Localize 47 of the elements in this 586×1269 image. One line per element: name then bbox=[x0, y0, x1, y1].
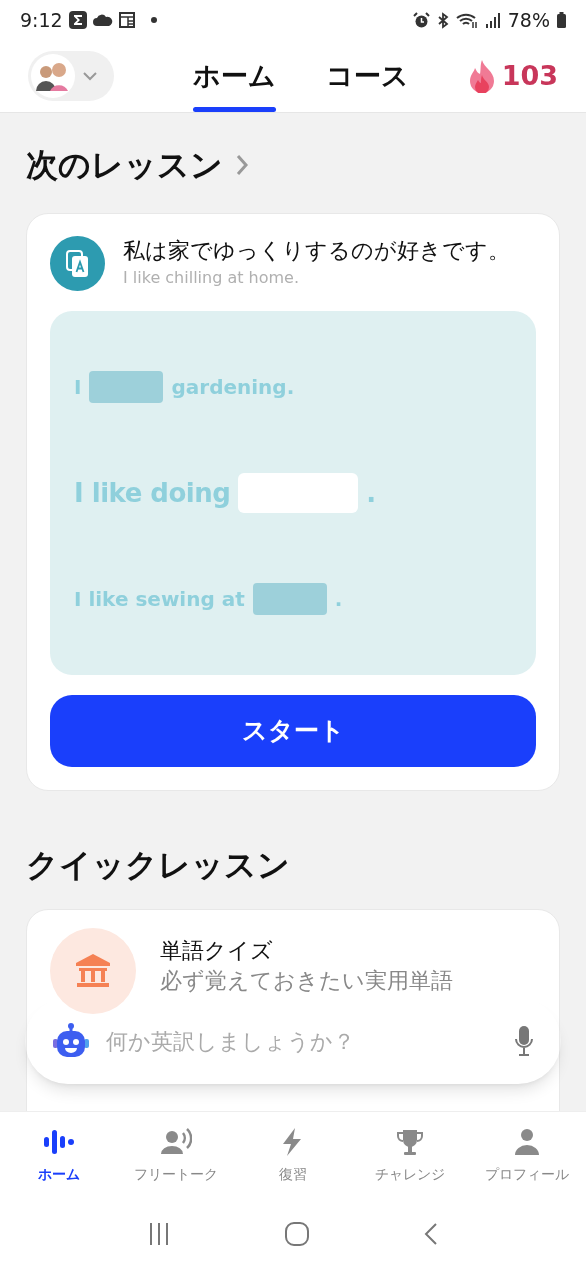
section-title: クイックレッスン bbox=[25, 845, 291, 886]
microphone-icon[interactable] bbox=[514, 1025, 534, 1057]
lesson-title: 単語クイズ bbox=[160, 937, 274, 965]
translation-text: I like chilling at home. bbox=[123, 267, 301, 289]
back-icon[interactable] bbox=[423, 1222, 440, 1246]
cloud-icon bbox=[92, 14, 113, 26]
tab[interactable]: ホーム bbox=[191, 40, 278, 112]
exercise-text: I like doing bbox=[74, 476, 231, 510]
status-time: 9:12 bbox=[20, 7, 63, 33]
exercise-text: . bbox=[366, 476, 376, 510]
wifi-icon bbox=[455, 11, 478, 29]
lesson-subtitle: 必ず覚えておきたい実用単語 bbox=[160, 967, 453, 995]
profile-switcher[interactable] bbox=[28, 51, 114, 101]
nav-tab[interactable]: フリートーク bbox=[117, 1112, 235, 1199]
nav-tab[interactable]: チャレンジ bbox=[351, 1112, 469, 1199]
bank-icon bbox=[50, 928, 136, 1014]
battery-percent: 78% bbox=[507, 7, 550, 33]
speaking-person-icon bbox=[159, 1128, 192, 1156]
tab[interactable]: コース bbox=[324, 40, 411, 112]
chevron-right-icon[interactable] bbox=[235, 154, 249, 176]
exercise-text: . bbox=[334, 586, 343, 613]
nav-tab[interactable]: プロフィール bbox=[468, 1112, 586, 1199]
exercise-text: I bbox=[74, 374, 82, 401]
start-button[interactable]: スタート bbox=[50, 695, 536, 767]
signal-icon bbox=[484, 12, 501, 28]
streak-count: 103 bbox=[501, 58, 558, 93]
alarm-icon bbox=[412, 11, 430, 29]
robot-icon bbox=[52, 1023, 90, 1059]
nav-tab[interactable]: 復習 bbox=[234, 1112, 352, 1199]
sentence-text: 私は家でゆっくりするのが好きです。 bbox=[123, 237, 510, 265]
exercise-text: gardening. bbox=[171, 374, 295, 401]
sigma-icon bbox=[68, 11, 87, 29]
chevron-down-icon bbox=[82, 71, 98, 81]
flame-icon bbox=[467, 59, 496, 93]
home-button-icon[interactable] bbox=[284, 1221, 310, 1247]
exercise-text: I like sewing at bbox=[74, 586, 245, 613]
table-icon bbox=[118, 12, 135, 28]
translate-input[interactable]: 何か英訳しましょうか？ bbox=[106, 1024, 498, 1058]
assistant-bar[interactable]: 何か英訳しましょうか？ bbox=[25, 998, 561, 1084]
cards-icon bbox=[50, 236, 105, 291]
section-title: 次のレッスン bbox=[26, 145, 223, 186]
dot-icon bbox=[150, 17, 157, 23]
sound-wave-icon bbox=[42, 1128, 75, 1156]
avatar-icon bbox=[30, 53, 76, 99]
bluetooth-icon bbox=[436, 11, 449, 29]
battery-icon bbox=[557, 12, 566, 28]
nav-tab[interactable]: ホーム bbox=[0, 1112, 118, 1199]
